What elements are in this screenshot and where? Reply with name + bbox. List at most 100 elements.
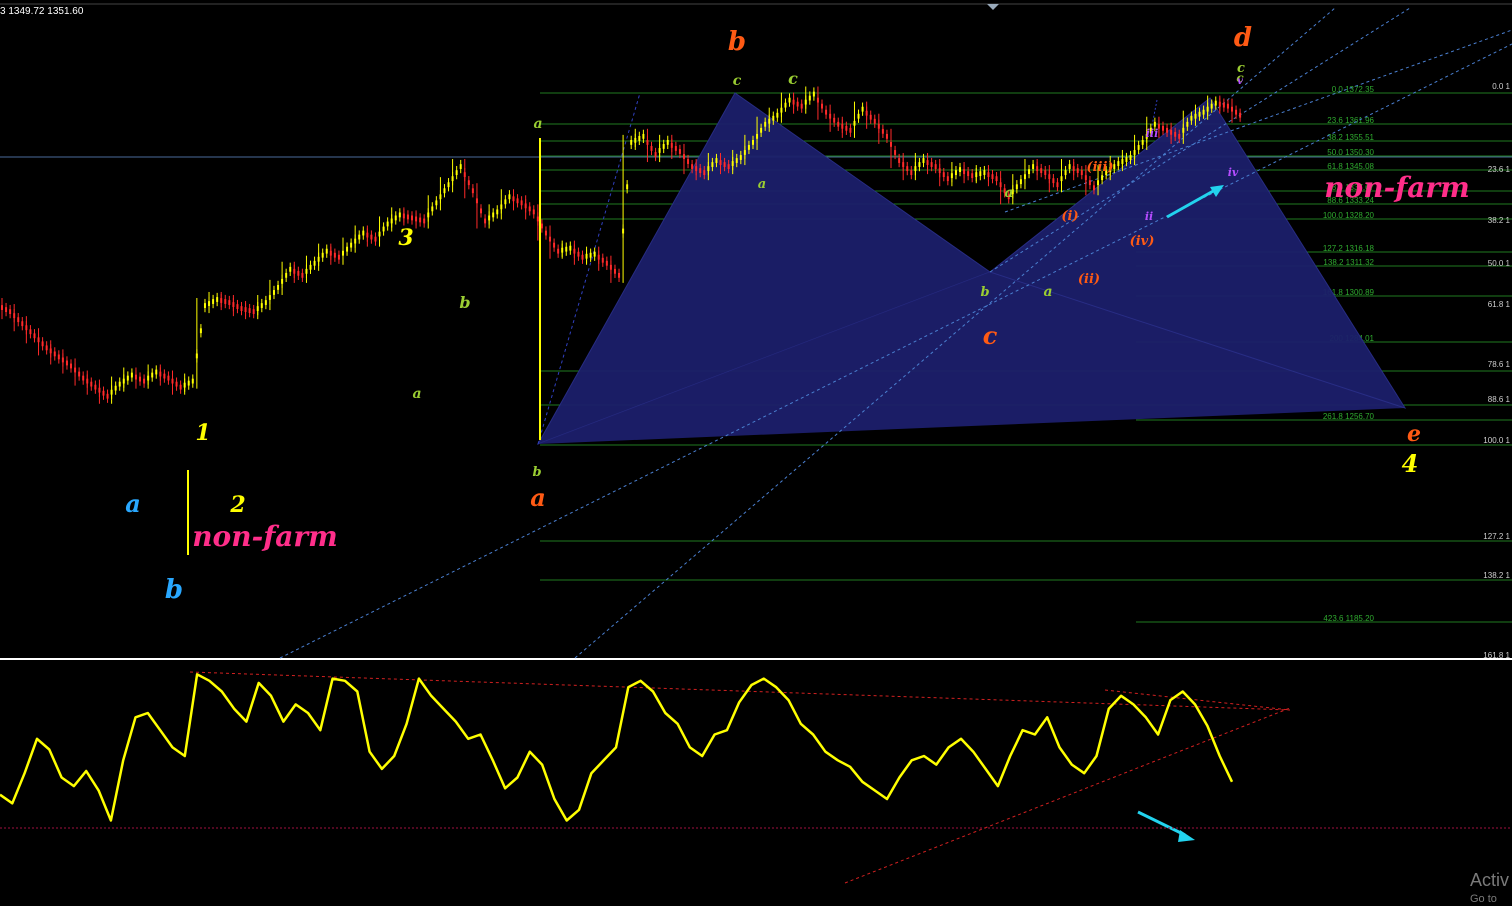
candle-body — [423, 218, 426, 224]
nonfarm-annotation: non-farm — [1324, 171, 1470, 204]
candle-body — [873, 118, 876, 124]
candle-body — [240, 306, 243, 311]
candle-body — [1141, 139, 1144, 145]
candle-body — [703, 170, 706, 176]
candle-body — [723, 162, 726, 167]
candle-body — [979, 171, 982, 177]
candle-body — [248, 308, 251, 314]
candle-body — [540, 223, 543, 229]
candle-body — [406, 214, 409, 220]
candle-body — [143, 378, 146, 384]
activate-watermark: Activ — [1470, 870, 1510, 890]
candle-body — [382, 226, 385, 232]
wave-label: d — [1234, 23, 1252, 53]
candle-body — [711, 162, 714, 167]
candle-body — [126, 375, 129, 381]
wave-label: (iv) — [1130, 234, 1155, 249]
candle-body — [459, 164, 462, 169]
candle-body — [272, 290, 275, 295]
candle-body — [471, 188, 474, 194]
candle-body — [1186, 121, 1189, 127]
oscillator-line — [0, 673, 1234, 822]
wave-label: b — [728, 27, 746, 57]
candle-body — [492, 212, 495, 218]
candle-body — [289, 266, 292, 272]
candle-body — [857, 113, 860, 119]
candle-body — [179, 384, 182, 390]
candle-body — [565, 246, 568, 252]
candle-body — [17, 317, 20, 323]
candle-body — [1113, 164, 1116, 169]
candle-body — [995, 176, 998, 182]
candle-body — [764, 121, 767, 127]
candle-body — [581, 254, 584, 260]
wave-label: b — [980, 285, 989, 300]
candle-body — [630, 139, 633, 145]
candle-body — [678, 149, 681, 154]
candle-body — [991, 174, 994, 180]
candle-body — [216, 297, 219, 302]
candle-body — [845, 125, 848, 131]
candle-body — [264, 300, 267, 305]
candle-body — [885, 133, 888, 139]
candle-body — [1117, 161, 1120, 166]
candle-body — [496, 209, 499, 215]
candle-body — [528, 206, 531, 212]
arrowhead-icon — [1178, 830, 1195, 842]
candle-body — [751, 139, 754, 145]
candle-body — [837, 121, 840, 127]
candle-body — [285, 272, 288, 278]
candle-body — [569, 245, 572, 251]
candle-body — [398, 212, 401, 218]
candle-body — [1064, 170, 1067, 176]
price-chart[interactable]: 0.0 1372.35 23.6 1361.96 38.2 1355.51 50.0 … — [0, 0, 1512, 906]
candle-body — [946, 176, 949, 182]
candle-body — [605, 260, 608, 266]
wave-label: (iii) — [1086, 160, 1113, 175]
candle-body — [484, 218, 487, 224]
wave-label: 2 — [229, 492, 245, 518]
fib-label: 61.8 1345.08 — [1327, 162, 1374, 171]
candle-body — [70, 363, 73, 369]
candle-body — [358, 234, 361, 240]
wave-label: a — [758, 177, 766, 192]
candle-body — [715, 158, 718, 163]
candle-body — [1129, 155, 1132, 160]
candle-body — [163, 373, 166, 379]
candle-body — [313, 260, 316, 266]
candle-body — [1040, 168, 1043, 174]
candle-body — [203, 303, 206, 308]
candle-body — [5, 307, 8, 313]
candle-body — [45, 345, 48, 351]
candle-body — [1222, 102, 1225, 108]
candle-body — [971, 173, 974, 179]
wave-label: a — [1004, 185, 1013, 201]
candle-body — [53, 351, 56, 357]
fib-label: 127.2 1316.18 — [1323, 244, 1375, 253]
price-scale-label: 138.2 1 — [1483, 571, 1510, 580]
wave-label: 1 — [195, 420, 210, 446]
candle-body — [821, 103, 823, 109]
nonfarm-annotation: non-farm — [192, 520, 338, 553]
candle-body — [727, 164, 730, 169]
candle-body — [277, 285, 280, 290]
candle-body — [370, 234, 373, 240]
candle-body — [297, 270, 300, 276]
candle-body — [589, 252, 592, 258]
candle-body — [260, 303, 263, 308]
candle-body — [760, 127, 763, 133]
candle-body — [374, 236, 377, 242]
candle-body — [934, 164, 937, 169]
candle-body — [654, 152, 657, 157]
candle-body — [869, 114, 872, 120]
down-arrow-icon — [1137, 810, 1186, 837]
candle-body — [191, 378, 194, 384]
candle-body — [922, 158, 925, 163]
candle-body — [480, 208, 483, 214]
candle-body — [662, 144, 665, 149]
candle-body — [321, 252, 324, 258]
fib-label: 50.0 1350.30 — [1327, 148, 1374, 157]
candle-body — [151, 372, 154, 378]
candle-body — [82, 375, 85, 381]
candle-body — [1125, 157, 1128, 162]
